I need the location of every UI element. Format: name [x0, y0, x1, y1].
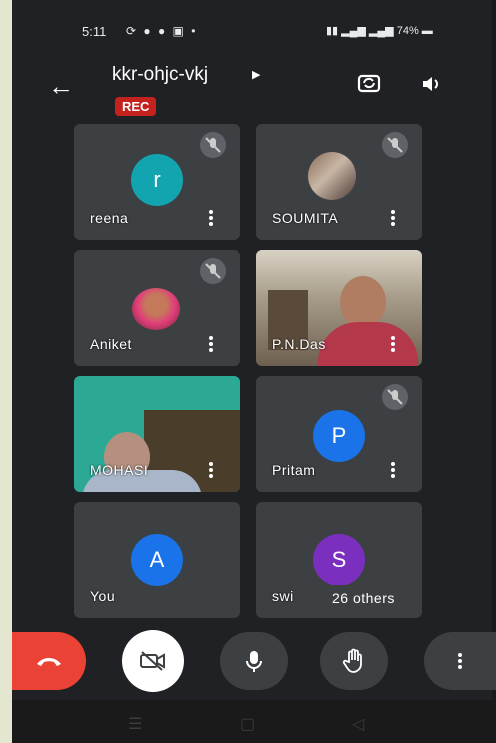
- more-vert-icon[interactable]: [390, 208, 396, 228]
- avatar: [308, 152, 356, 200]
- participant-name: You: [90, 588, 116, 604]
- recents-icon[interactable]: ☰: [128, 714, 142, 734]
- switch-camera-icon[interactable]: [356, 70, 382, 96]
- participant-name: SOUMITA: [272, 210, 339, 226]
- chevron-right-icon[interactable]: ▶: [252, 68, 260, 81]
- call-controls: [12, 630, 496, 692]
- avatar: [132, 288, 180, 330]
- battery-level: 74%: [396, 25, 419, 37]
- raise-hand-icon: [342, 648, 362, 673]
- camera-off-icon: [140, 651, 165, 671]
- more-vert-icon[interactable]: [390, 460, 396, 480]
- avatar: r: [131, 154, 183, 206]
- more-vert-icon[interactable]: [208, 460, 214, 480]
- more-vert-icon[interactable]: [390, 334, 396, 354]
- participant-name: Aniket: [90, 336, 132, 352]
- participant-name: P.N.Das: [272, 336, 326, 352]
- avatar: P: [313, 410, 365, 462]
- phone-hangup-icon: [37, 658, 61, 666]
- meeting-header: ← kkr-ohjc-vkj ▶ REC: [12, 58, 496, 128]
- camera-toggle-button[interactable]: [122, 630, 184, 692]
- more-options-button[interactable]: [424, 632, 496, 690]
- avatar: A: [131, 534, 183, 586]
- end-call-button[interactable]: [12, 632, 86, 690]
- participant-tile[interactable]: r reena: [74, 124, 240, 240]
- home-icon[interactable]: ▢: [240, 714, 255, 734]
- status-time: 5:11: [82, 24, 107, 39]
- more-vert-icon: [457, 651, 463, 671]
- status-right: ▮▮ ▂▄▆ ▂▄▆ 74% ▬: [326, 24, 433, 37]
- status-bar: 5:11 ⟳ ● ● ▣ • ▮▮ ▂▄▆ ▂▄▆ 74% ▬: [12, 0, 496, 52]
- mic-off-icon: [382, 384, 408, 410]
- avatar: S: [313, 534, 365, 586]
- participant-tile[interactable]: Aniket: [74, 250, 240, 366]
- mic-off-icon: [382, 132, 408, 158]
- participant-tile[interactable]: SOUMITA: [256, 124, 422, 240]
- meeting-code[interactable]: kkr-ohjc-vkj: [112, 64, 208, 86]
- participant-tile[interactable]: P Pritam: [256, 376, 422, 492]
- participant-tile[interactable]: P.N.Das: [256, 250, 422, 366]
- back-arrow-icon[interactable]: ←: [48, 71, 74, 102]
- participant-name: swi: [272, 588, 294, 604]
- microphone-icon: [246, 651, 262, 672]
- back-nav-icon[interactable]: ◁: [352, 714, 364, 734]
- signal-icon: ▮▮ ▂▄▆ ▂▄▆: [326, 25, 397, 37]
- participant-name: Pritam: [272, 462, 316, 478]
- mic-off-icon: [200, 258, 226, 284]
- battery-icon: ▬: [421, 25, 433, 37]
- system-nav-bar: ☰ ▢ ◁: [12, 700, 496, 743]
- others-count-chip[interactable]: 26 others: [322, 585, 405, 611]
- mic-off-icon: [200, 132, 226, 158]
- meet-screen: 5:11 ⟳ ● ● ▣ • ▮▮ ▂▄▆ ▂▄▆ 74% ▬ ← kkr-oh…: [12, 0, 496, 743]
- speaker-icon[interactable]: [420, 72, 444, 96]
- more-vert-icon[interactable]: [208, 334, 214, 354]
- notification-icons: ⟳ ● ● ▣ •: [126, 24, 198, 38]
- microphone-button[interactable]: [220, 632, 288, 690]
- raise-hand-button[interactable]: [320, 632, 388, 690]
- participant-tile[interactable]: MOHASI: [74, 376, 240, 492]
- participant-name: reena: [90, 210, 129, 226]
- participant-tile[interactable]: A You: [74, 502, 240, 618]
- recording-badge: REC: [115, 97, 157, 116]
- participant-name: MOHASI: [90, 462, 149, 478]
- more-vert-icon[interactable]: [208, 208, 214, 228]
